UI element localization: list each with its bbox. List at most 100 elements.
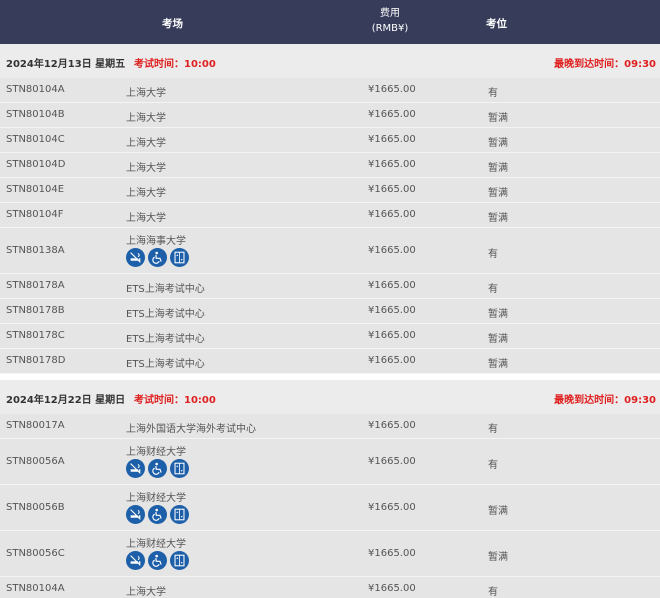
table-row[interactable]: STN80017A 上海外国语大学海外考试中心 ¥1665.00 有: [0, 414, 660, 439]
seat-status: 暂满: [488, 309, 508, 320]
latest-arrival-time: 最晚到达时间：09:30: [554, 59, 656, 70]
accessibility-icons: [126, 459, 189, 478]
venue-name: 上海财经大学: [126, 493, 186, 504]
seat-status: 暂满: [488, 138, 508, 149]
elevator-icon: [170, 248, 189, 267]
table-row[interactable]: STN80056B 上海财经大学 ¥1665.00 暂满: [0, 485, 660, 531]
table-row[interactable]: STN80178A ETS上海考试中心 ¥1665.00 有: [0, 274, 660, 299]
table-row[interactable]: STN80104C 上海大学 ¥1665.00 暂满: [0, 128, 660, 153]
venue-name: 上海大学: [126, 113, 166, 124]
no-smoking-icon: [126, 248, 145, 267]
exam-time: 考试时间：10:00: [134, 395, 216, 406]
table-row[interactable]: STN80104F 上海大学 ¥1665.00 暂满: [0, 203, 660, 228]
table-row[interactable]: STN80104E 上海大学 ¥1665.00 暂满: [0, 178, 660, 203]
venue-name: 上海海事大学: [126, 236, 186, 247]
fee: ¥1665.00: [368, 84, 416, 95]
table-row[interactable]: STN80178D ETS上海考试中心 ¥1665.00 暂满: [0, 349, 660, 374]
wheelchair-icon: [148, 459, 167, 478]
header-fee: 费用 (RMB¥): [358, 6, 422, 36]
venue-name: 上海大学: [126, 188, 166, 199]
fee: ¥1665.00: [368, 209, 416, 220]
venue-name: ETS上海考试中心: [126, 309, 205, 320]
venue-name: 上海外国语大学海外考试中心: [126, 424, 256, 435]
venue-code: STN80104A: [6, 583, 65, 594]
table-row[interactable]: STN80104B 上海大学 ¥1665.00 暂满: [0, 103, 660, 128]
wheelchair-icon: [148, 248, 167, 267]
fee: ¥1665.00: [368, 159, 416, 170]
fee: ¥1665.00: [368, 109, 416, 120]
seat-status: 有: [488, 88, 498, 99]
no-smoking-icon: [126, 551, 145, 570]
fee: ¥1665.00: [368, 184, 416, 195]
seat-status: 暂满: [488, 552, 508, 563]
venue-code: STN80056C: [6, 548, 65, 559]
table-row[interactable]: STN80056C 上海财经大学 ¥1665.00 暂满: [0, 531, 660, 577]
venue-name: 上海财经大学: [126, 447, 186, 458]
venue-name: 上海大学: [126, 138, 166, 149]
elevator-icon: [170, 459, 189, 478]
venue-name: 上海大学: [126, 88, 166, 99]
date-header: 2024年12月22日 星期日 考试时间：10:00 最晚到达时间：09:30: [0, 380, 660, 414]
table-row[interactable]: STN80056A 上海财经大学 ¥1665.00 有: [0, 439, 660, 485]
fee: ¥1665.00: [368, 548, 416, 559]
no-smoking-icon: [126, 459, 145, 478]
elevator-icon: [170, 505, 189, 524]
seat-status: 暂满: [488, 163, 508, 174]
elevator-icon: [170, 551, 189, 570]
fee: ¥1665.00: [368, 355, 416, 366]
seat-status: 有: [488, 424, 498, 435]
venue-code: STN80056B: [6, 502, 65, 513]
venue-code: STN80104A: [6, 84, 65, 95]
seat-status: 暂满: [488, 188, 508, 199]
header-venue: 考场: [162, 18, 183, 30]
venue-code: STN80017A: [6, 420, 65, 431]
seat-status: 有: [488, 587, 498, 598]
fee: ¥1665.00: [368, 420, 416, 431]
fee: ¥1665.00: [368, 456, 416, 467]
table-row[interactable]: STN80104A 上海大学 ¥1665.00 有: [0, 78, 660, 103]
venue-code: STN80178D: [6, 355, 66, 366]
no-smoking-icon: [126, 505, 145, 524]
fee: ¥1665.00: [368, 280, 416, 291]
header-fee-label: 费用: [380, 8, 400, 19]
venue-code: STN80104C: [6, 134, 65, 145]
venue-code: STN80056A: [6, 456, 65, 467]
date-header: 2024年12月13日 星期五 考试时间：10:00 最晚到达时间：09:30: [0, 44, 660, 78]
table-row[interactable]: STN80178B ETS上海考试中心 ¥1665.00 暂满: [0, 299, 660, 324]
venue-code: STN80178C: [6, 330, 65, 341]
seat-status: 暂满: [488, 113, 508, 124]
exam-time: 考试时间：10:00: [134, 59, 216, 70]
header-seat: 考位: [486, 18, 507, 30]
seat-status: 有: [488, 249, 498, 260]
venue-name: 上海大学: [126, 213, 166, 224]
fee: ¥1665.00: [368, 245, 416, 256]
fee: ¥1665.00: [368, 583, 416, 594]
exam-date: 2024年12月13日 星期五: [6, 59, 126, 70]
venue-code: STN80138A: [6, 245, 65, 256]
seat-status: 暂满: [488, 334, 508, 345]
seat-status: 暂满: [488, 506, 508, 517]
venue-name: ETS上海考试中心: [126, 284, 205, 295]
seat-status: 有: [488, 460, 498, 471]
table-row[interactable]: STN80104A 上海大学 ¥1665.00 有: [0, 577, 660, 598]
header-fee-unit: (RMB¥): [371, 23, 409, 34]
accessibility-icons: [126, 248, 189, 267]
fee: ¥1665.00: [368, 305, 416, 316]
venue-name: 上海大学: [126, 163, 166, 174]
table-row[interactable]: STN80104D 上海大学 ¥1665.00 暂满: [0, 153, 660, 178]
table-row[interactable]: STN80138A 上海海事大学 ¥1665.00 有: [0, 228, 660, 274]
fee: ¥1665.00: [368, 502, 416, 513]
fee: ¥1665.00: [368, 134, 416, 145]
venue-name: 上海财经大学: [126, 539, 186, 550]
venue-code: STN80178A: [6, 280, 65, 291]
venue-name: ETS上海考试中心: [126, 359, 205, 370]
venue-code: STN80178B: [6, 305, 65, 316]
wheelchair-icon: [148, 551, 167, 570]
venue-name: ETS上海考试中心: [126, 334, 205, 345]
venue-code: STN80104D: [6, 159, 66, 170]
table-row[interactable]: STN80178C ETS上海考试中心 ¥1665.00 暂满: [0, 324, 660, 349]
accessibility-icons: [126, 505, 189, 524]
seat-status: 暂满: [488, 359, 508, 370]
wheelchair-icon: [148, 505, 167, 524]
seat-status: 有: [488, 284, 498, 295]
